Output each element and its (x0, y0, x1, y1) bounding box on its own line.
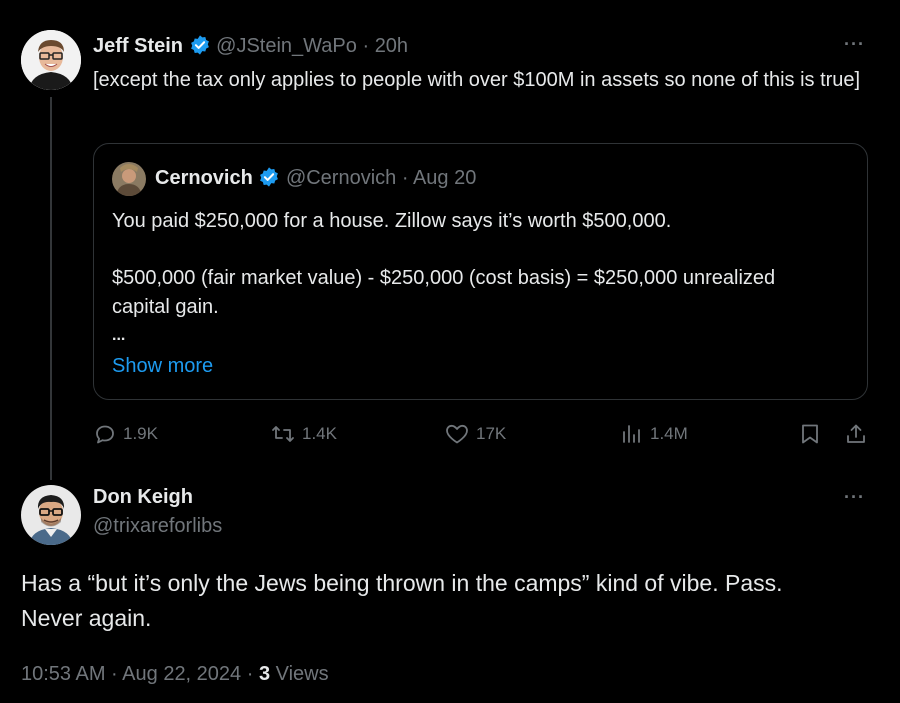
bookmark-icon (798, 422, 822, 446)
separator: · (362, 35, 370, 57)
author-handle[interactable]: @JStein_WaPo (216, 35, 357, 57)
bookmark-button[interactable] (798, 422, 822, 446)
quoted-tweet[interactable]: Cernovich @Cernovich · Aug 20 You paid $… (93, 143, 868, 400)
quote-line-2: $500,000 (fair market value) - $250,000 … (112, 267, 776, 318)
tweet2-meta: 10:53 AM · Aug 22, 2024 · 3 Views (21, 663, 329, 686)
more-icon[interactable]: ··· (844, 487, 865, 508)
repost-button[interactable]: 1.4K (270, 422, 337, 446)
avatar[interactable] (21, 485, 81, 545)
tweet2-author-name[interactable]: Don Keigh (93, 486, 193, 509)
quote-header: Cernovich @Cernovich · Aug 20 (155, 166, 476, 194)
quote-date: Aug 20 (412, 167, 477, 189)
views-count: 3 (258, 663, 271, 685)
tweet-time[interactable]: 20h (375, 35, 408, 57)
reply-icon (93, 422, 117, 446)
reply-count: 1.9K (123, 424, 158, 443)
views-label: Views (270, 663, 329, 685)
tweet2-author-handle[interactable]: @trixareforlibs (93, 515, 222, 538)
repost-count: 1.4K (302, 424, 337, 443)
tweet1-header: Jeff Stein @JStein_WaPo · 20h (93, 34, 408, 62)
thread-connector-line (50, 97, 52, 480)
tweet2-text: Has a “but it’s only the Jews being thro… (21, 570, 783, 631)
quote-author-handle[interactable]: @Cernovich (286, 167, 396, 189)
tweet-timestamp[interactable]: 10:53 AM · Aug 22, 2024 · (21, 663, 259, 685)
like-button[interactable]: 17K (444, 422, 506, 446)
show-more-link[interactable]: Show more (112, 352, 213, 381)
like-icon (444, 422, 470, 446)
quote-ellipsis: ... (112, 327, 126, 344)
like-count: 17K (476, 424, 507, 443)
verified-badge-icon (258, 166, 280, 194)
verified-badge-icon (189, 34, 211, 62)
quote-line-1: You paid $250,000 for a house. Zillow sa… (112, 210, 672, 232)
repost-icon (270, 422, 296, 446)
quote-author-name[interactable]: Cernovich (155, 167, 253, 189)
author-name[interactable]: Jeff Stein (93, 35, 183, 57)
views-count: 1.4M (650, 424, 688, 443)
quote-avatar (112, 162, 146, 196)
share-button[interactable] (844, 422, 868, 446)
more-icon[interactable]: ··· (844, 34, 865, 55)
separator: · (401, 167, 409, 189)
views-icon (620, 422, 644, 446)
reply-button[interactable]: 1.9K (93, 422, 158, 446)
tweet1-text: [except the tax only applies to people w… (93, 69, 861, 91)
share-icon (844, 422, 868, 446)
views-button[interactable]: 1.4M (620, 422, 688, 446)
avatar[interactable] (21, 30, 81, 90)
